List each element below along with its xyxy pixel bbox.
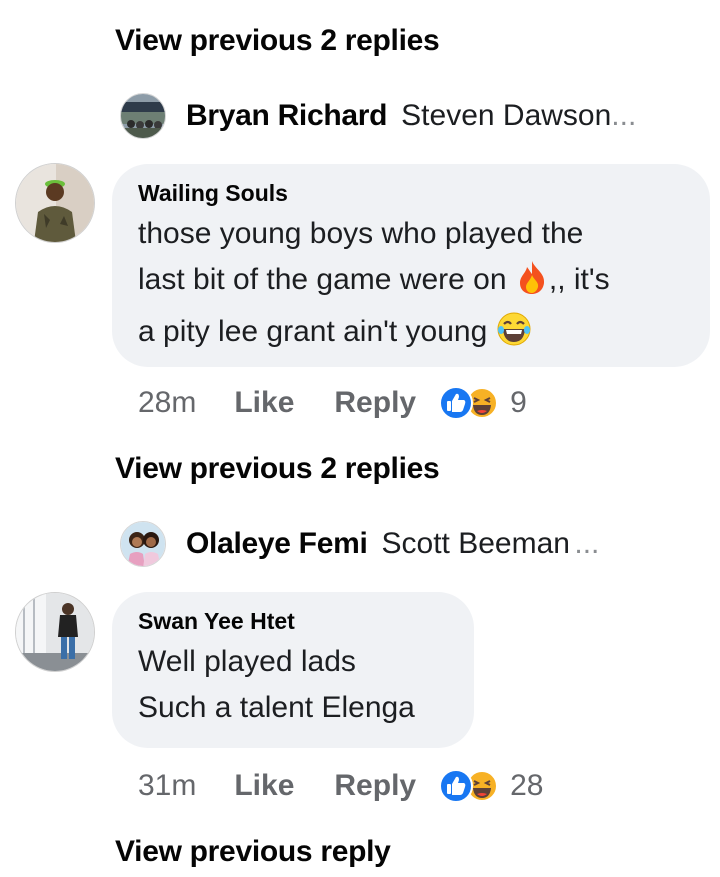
fire-emoji-icon — [515, 259, 549, 309]
comment-actions: 28m Like Reply 9 — [138, 383, 527, 423]
view-previous-replies-link[interactable]: View previous 2 replies — [115, 24, 440, 58]
comment-text-line: last bit of the game were on ,, it's — [138, 257, 684, 309]
comment-author[interactable]: Swan Yee Htet — [138, 608, 448, 635]
reply-button[interactable]: Reply — [334, 386, 416, 420]
comment-text-segment: last bit of the game were on — [138, 263, 507, 296]
reply-snippet: Scott Beeman — [381, 527, 570, 560]
like-button[interactable]: Like — [234, 386, 294, 420]
reaction-summary[interactable]: 28 — [438, 768, 543, 804]
comment-timestamp[interactable]: 31m — [138, 769, 196, 803]
avatar[interactable] — [120, 521, 166, 567]
like-button[interactable]: Like — [234, 769, 294, 803]
comment-text-line: Such a talent Elenga — [138, 691, 415, 724]
comment-bubble[interactable]: Wailing Souls those young boys who playe… — [112, 164, 710, 367]
reply-snippet-ellipsis: ... — [611, 99, 637, 132]
reply-snippet-ellipsis: ... — [574, 527, 600, 560]
reaction-summary[interactable]: 9 — [438, 385, 527, 421]
like-reaction-icon — [439, 769, 474, 803]
avatar[interactable] — [120, 93, 166, 139]
reply-preview[interactable]: Bryan Richard Steven Dawson... — [120, 91, 636, 141]
reply-snippet: Steven Dawson — [401, 99, 612, 132]
view-previous-reply-link[interactable]: View previous reply — [115, 835, 391, 869]
reply-author-name[interactable]: Bryan Richard — [186, 99, 387, 133]
comment-text-line: a pity lee grant ain't young — [138, 309, 684, 361]
reaction-count: 28 — [510, 769, 544, 802]
reaction-icons — [439, 386, 499, 420]
laughing-emoji-icon — [496, 311, 532, 361]
comment-text-line: Well played lads — [138, 645, 356, 678]
reply-author-name[interactable]: Olaleye Femi — [186, 527, 368, 561]
comment-text-segment: ,, it's — [548, 263, 610, 296]
avatar[interactable] — [15, 592, 95, 672]
comment-timestamp[interactable]: 28m — [138, 386, 196, 420]
comment-actions: 31m Like Reply 28 — [138, 766, 543, 806]
comment-text-segment: a pity lee grant ain't young — [138, 315, 488, 348]
comment-bubble[interactable]: Swan Yee Htet Well played lads Such a ta… — [112, 592, 474, 748]
reaction-count: 9 — [510, 386, 527, 419]
avatar[interactable] — [15, 163, 95, 243]
comment-author[interactable]: Wailing Souls — [138, 180, 684, 207]
reaction-icons — [439, 769, 499, 803]
view-previous-replies-link[interactable]: View previous 2 replies — [115, 452, 440, 486]
comment-text-line: those young boys who played the — [138, 217, 584, 250]
reply-preview[interactable]: Olaleye Femi Scott Beeman ... — [120, 519, 599, 569]
reply-button[interactable]: Reply — [334, 769, 416, 803]
like-reaction-icon — [439, 386, 474, 420]
